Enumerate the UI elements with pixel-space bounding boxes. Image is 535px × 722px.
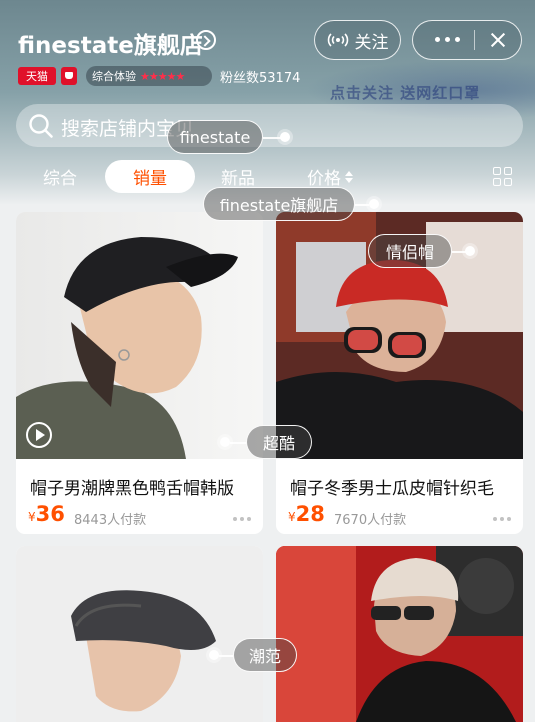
sort-arrows-icon (345, 170, 353, 183)
more-options-icon[interactable] (493, 517, 511, 521)
tag-dot (220, 437, 230, 447)
sold-count: 7670人付款 (334, 513, 407, 528)
tag-dot (280, 132, 290, 142)
product-image[interactable] (276, 546, 523, 722)
more-options-icon[interactable] (233, 517, 251, 521)
floating-tag[interactable]: 超酷 (246, 425, 312, 459)
banner-text: 点击关注 送网红口罩 (330, 84, 481, 102)
tag-connector (230, 442, 246, 444)
rating-stars: ★★★★★ (140, 69, 185, 83)
follow-label: 关注 (354, 32, 389, 53)
floating-tag[interactable]: finestate (167, 120, 263, 154)
play-icon[interactable] (26, 422, 52, 448)
follow-button[interactable]: 关注 (314, 20, 401, 60)
tag-dot (369, 199, 379, 209)
mini-program-capsule (412, 20, 522, 60)
rating-label: 综合体验 (92, 70, 136, 83)
capsule-divider (474, 30, 475, 50)
sold-count: 8443人付款 (74, 513, 147, 528)
more-icon[interactable] (427, 21, 467, 58)
grid-view-icon[interactable] (493, 167, 513, 187)
search-icon (29, 114, 53, 138)
tag-connector (219, 655, 233, 657)
product-image[interactable] (16, 546, 263, 722)
product-card[interactable] (16, 546, 263, 722)
product-price: ¥36 (28, 502, 65, 526)
product-card[interactable]: 帽子男潮牌黑色鸭舌帽韩版 ¥36 8443人付款 (16, 212, 263, 534)
tab-price-label: 价格 (307, 169, 341, 189)
tmall-cat-icon (61, 67, 77, 85)
tag-dot (209, 650, 219, 660)
chevron-right-icon[interactable] (196, 30, 216, 50)
tag-dot (465, 246, 475, 256)
floating-tag[interactable]: 情侣帽 (368, 234, 452, 268)
tab-comprehensive[interactable]: 综合 (40, 160, 80, 193)
search-input[interactable]: 搜索店铺内宝贝 (16, 104, 523, 147)
product-card[interactable] (276, 546, 523, 722)
product-title[interactable]: 帽子冬季男士瓜皮帽针织毛 (290, 474, 494, 499)
close-icon[interactable] (481, 21, 517, 58)
tag-connector (263, 137, 281, 139)
store-name[interactable]: finestate旗舰店 (18, 26, 203, 60)
tab-sales[interactable]: 销量 (105, 160, 195, 193)
fans-count: 粉丝数53174 (220, 71, 301, 86)
tmall-badge: 天猫 (18, 67, 56, 85)
floating-tag[interactable]: finestate旗舰店 (203, 187, 355, 221)
product-title[interactable]: 帽子男潮牌黑色鸭舌帽韩版 (30, 474, 234, 499)
tag-connector (452, 251, 466, 253)
tag-connector (355, 204, 369, 206)
rating-badge: 综合体验 ★★★★★ (86, 66, 212, 86)
product-image[interactable] (16, 212, 263, 459)
product-price: ¥28 (288, 502, 325, 526)
floating-tag[interactable]: 潮范 (233, 638, 297, 672)
signal-icon (327, 32, 349, 48)
